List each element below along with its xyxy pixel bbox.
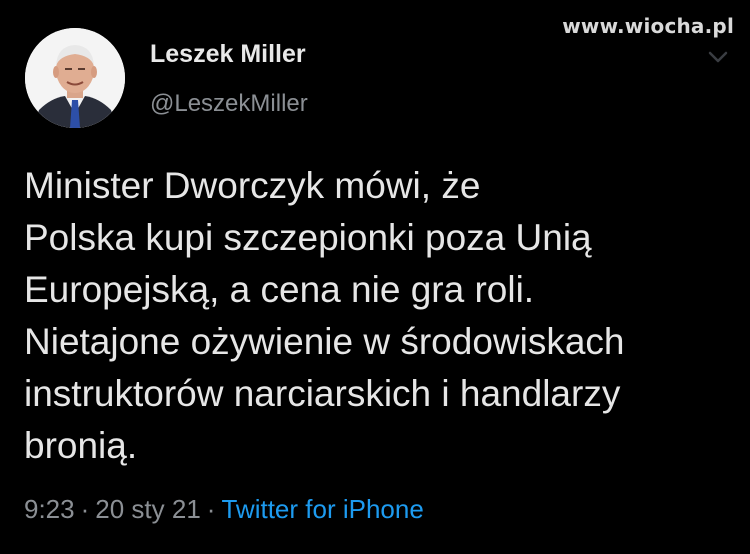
tweet-text: Minister Dworczyk mówi, że Polska kupi s… — [24, 165, 625, 466]
separator: · — [206, 494, 216, 524]
watermark: www.wiocha.pl — [562, 14, 734, 38]
author-handle[interactable]: @LeszekMiller — [150, 90, 308, 118]
author-display-name[interactable]: Leszek Miller — [150, 40, 306, 69]
tweet-date[interactable]: 20 sty 21 — [95, 494, 201, 524]
tweet-time[interactable]: 9:23 — [24, 494, 75, 524]
avatar-image — [25, 28, 125, 128]
avatar[interactable] — [25, 28, 125, 128]
tweet-source-link[interactable]: Twitter for iPhone — [221, 494, 423, 524]
tweet-meta: 9:23 · 20 sty 21 · Twitter for iPhone — [24, 494, 424, 525]
chevron-down-icon[interactable] — [708, 50, 728, 64]
separator: · — [80, 494, 90, 524]
